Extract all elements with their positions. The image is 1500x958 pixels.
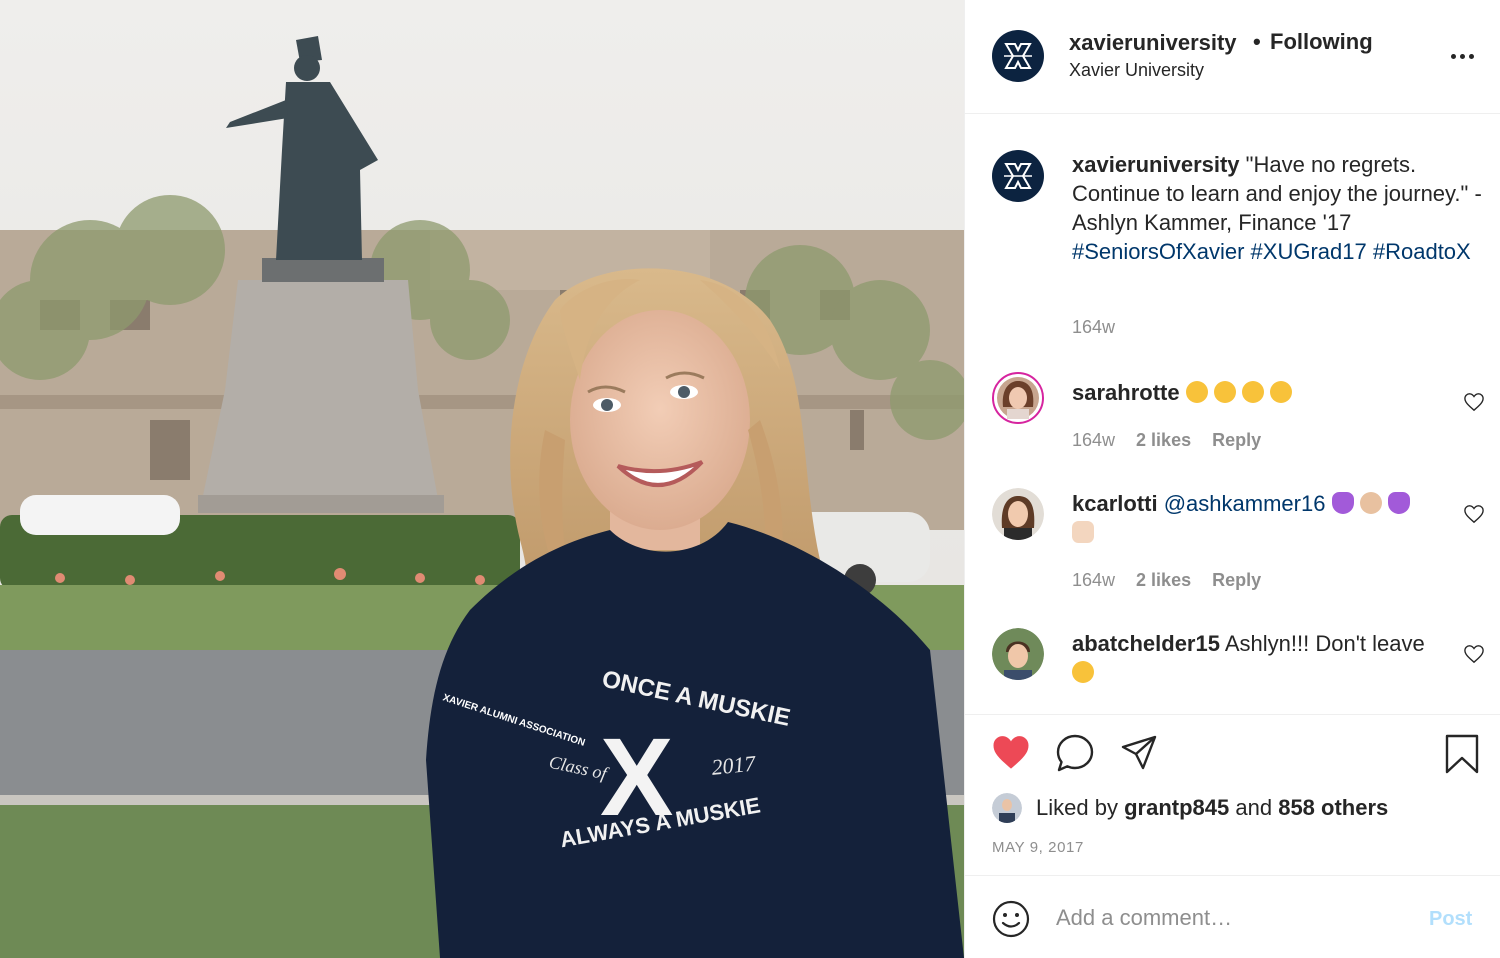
more-options-button[interactable] (1451, 48, 1479, 64)
crying-face-emoji-icon (1072, 661, 1094, 683)
header-subtitle: Xavier University (1069, 60, 1205, 80)
ok-hand-emoji-icon (1359, 492, 1382, 514)
xavier-x-logo-icon (1004, 163, 1032, 189)
heart-outline-icon[interactable] (1463, 392, 1485, 412)
comment-body: Ashlyn!!! Don't leave (1224, 631, 1425, 656)
comment-reply-button[interactable]: Reply (1212, 570, 1261, 590)
emoji-smiley-icon[interactable] (992, 900, 1030, 938)
commenter-avatar[interactable] (992, 372, 1044, 424)
heart-outline-icon[interactable] (1463, 644, 1485, 664)
profile-avatar[interactable] (992, 30, 1044, 82)
heart-eyes-emoji-icon (1213, 381, 1236, 403)
comment-timestamp: 164w (1072, 570, 1116, 590)
thumbs-up-emoji-icon (1072, 521, 1094, 543)
post-image: ONCE A MUSKIE X Class of 2017 ALWAYS A M… (0, 0, 964, 958)
share-paper-plane-icon[interactable] (1119, 733, 1159, 773)
comment-likes-link[interactable]: 2 likes (1136, 570, 1191, 590)
comment-reply-button[interactable]: Reply (1212, 430, 1261, 450)
heart-outline-icon[interactable] (1463, 504, 1485, 524)
comment-bubble-icon[interactable] (1055, 733, 1095, 773)
save-bookmark-icon[interactable] (1444, 733, 1480, 775)
post-comment-button[interactable]: Post (1429, 908, 1472, 931)
heart-eyes-emoji-icon (1185, 381, 1208, 403)
liked-by-user-link[interactable]: grantp845 (1124, 795, 1229, 821)
caption-timestamp: 164w (1072, 317, 1116, 337)
comment-text: abatchelder15 Ashlyn!!! Don't leave (1072, 629, 1442, 687)
comment-likes-link[interactable]: 2 likes (1136, 430, 1191, 450)
hashtag-link[interactable]: #XUGrad17 (1251, 239, 1367, 264)
heart-eyes-emoji-icon (1269, 381, 1292, 403)
comment-meta: 164w 2 likes Reply (1072, 430, 1277, 451)
purple-heart-emoji-icon (1387, 492, 1410, 514)
commenter-avatar[interactable] (992, 488, 1044, 540)
hashtag-link[interactable]: #SeniorsOfXavier (1072, 239, 1244, 264)
liked-by-others-link[interactable]: 858 others (1278, 795, 1388, 821)
post-date: MAY 9, 2017 (992, 839, 1084, 856)
xavier-x-logo-icon (1004, 43, 1032, 69)
post-header: xavieruniversity • Following Xavier Univ… (965, 0, 1500, 114)
purple-heart-emoji-icon (1331, 492, 1354, 514)
header-username-link[interactable]: xavieruniversity (1069, 30, 1237, 56)
post-actions: Liked by grantp845 and 858 others MAY 9,… (965, 714, 1500, 876)
liker-avatar[interactable] (992, 793, 1022, 823)
comment-text: kcarlotti @ashkammer16 (1072, 489, 1442, 547)
comment-meta: 164w 2 likes Reply (1072, 570, 1277, 591)
following-button[interactable]: Following (1270, 29, 1373, 55)
more-horizontal-icon (1451, 53, 1456, 59)
caption-avatar[interactable] (992, 150, 1044, 202)
caption-username-link[interactable]: xavieruniversity (1072, 152, 1240, 177)
comment-text: sarahrotte (1072, 378, 1442, 407)
shirt-year-text: 2017 (710, 750, 757, 780)
header-separator: • (1253, 29, 1261, 54)
liked-by-summary: Liked by grantp845 and 858 others (992, 793, 1388, 823)
comment-timestamp: 164w (1072, 430, 1116, 450)
mention-link[interactable]: @ashkammer16 (1164, 491, 1326, 516)
comment-username-link[interactable]: kcarlotti (1072, 491, 1158, 516)
caption-text: xavieruniversity "Have no regrets. Conti… (1072, 150, 1492, 266)
like-heart-filled-icon[interactable] (991, 733, 1031, 771)
comment-username-link[interactable]: sarahrotte (1072, 380, 1180, 405)
heart-eyes-emoji-icon (1241, 381, 1264, 403)
add-comment-input[interactable] (1056, 898, 1416, 938)
liked-by-and: and (1235, 795, 1273, 820)
post-side-panel: xavieruniversity • Following Xavier Univ… (964, 0, 1500, 958)
hashtag-link[interactable]: #RoadtoX (1373, 239, 1471, 264)
comment-username-link[interactable]: abatchelder15 (1072, 631, 1220, 656)
add-comment-bar: Post (965, 876, 1500, 958)
liked-by-prefix: Liked by (1036, 795, 1118, 820)
commenter-avatar[interactable] (992, 628, 1044, 680)
post-photo[interactable]: ONCE A MUSKIE X Class of 2017 ALWAYS A M… (0, 0, 964, 958)
